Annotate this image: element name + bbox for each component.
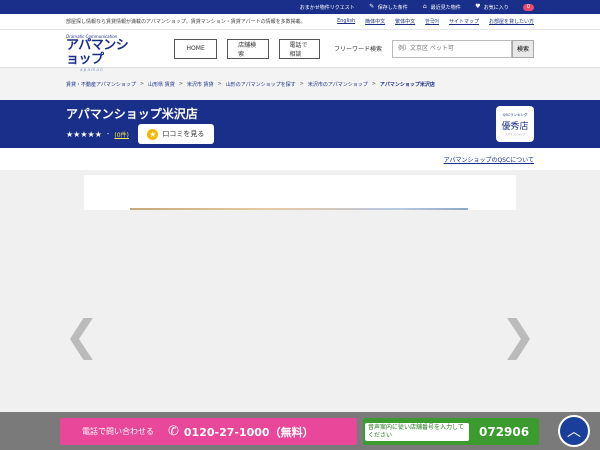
site-description: 部屋探し情報なら賃貸情報が満載のアパマンショップ。賃貸マンション・賃貸アパートの… (66, 19, 306, 25)
breadcrumb-find-store[interactable]: 山形のアパマンショップを探す (226, 81, 296, 88)
call-button[interactable]: 電話で問い合わせる ✆ 0120-27-1000（無料） (60, 418, 357, 445)
logo-subtext: a p a m a n (80, 66, 103, 72)
phone-number: ✆ 0120-27-1000（無料） (168, 424, 314, 440)
lang-korean-link[interactable]: 한국어 (425, 18, 439, 25)
breadcrumb-separator: > (217, 81, 222, 87)
phone-icon: ✆ (168, 424, 179, 439)
favorites-label: お気に入り (483, 4, 509, 11)
language-links: English 簡体中文 繁体中文 한국어 サイトマップ お部屋を貸したい方 (337, 18, 534, 25)
lang-traditional-chinese-link[interactable]: 繁体中文 (395, 18, 415, 25)
qsc-ranking-label: QSCランキング (502, 112, 528, 117)
recently-viewed-label: 最近見た物件 (430, 4, 461, 11)
page-top-button[interactable]: ︿ (558, 415, 590, 447)
breadcrumb-yamagata[interactable]: 山形県 賃貸 (148, 81, 175, 88)
voice-guide-text: 音声案内に従い店舗番号を入力してください (365, 422, 469, 441)
rating-row: ★★★★★ - (0件) ★ 口コミを見る (66, 124, 534, 144)
view-reviews-label: 口コミを見る (162, 130, 205, 138)
breadcrumb-separator: > (178, 81, 183, 87)
view-reviews-button[interactable]: ★ 口コミを見る (137, 124, 214, 144)
gallery-image-strip (130, 208, 468, 210)
qsc-excellent-label: 優秀店 (501, 121, 529, 132)
search-bar: 検索 (392, 39, 534, 58)
store-name: アパマンショップ米沢店 (66, 107, 198, 121)
chevron-up-icon: ︿ (567, 424, 581, 440)
site-logo[interactable]: Dramatic Communication アパマンショップ a p a m … (66, 34, 138, 72)
search-input[interactable] (392, 39, 512, 58)
qsc-award-badge: QSCランキング 優秀店 アパマンショップ (496, 106, 534, 142)
logo-text: アパマンショップ (66, 37, 129, 67)
gallery-image-frame (84, 175, 516, 210)
voice-guide-box: 音声案内に従い店舗番号を入力してください 072906 (363, 418, 539, 445)
photo-gallery: ❮ ❯ (0, 170, 600, 412)
heart-icon: ♥ (475, 3, 481, 10)
store-code: 072906 (479, 424, 530, 439)
gallery-prev-arrow[interactable]: ❮ (64, 315, 99, 357)
request-link-label: おまかせ物件リクエスト (299, 4, 355, 11)
breadcrumb-yonezawa[interactable]: 米沢市 賃貸 (187, 81, 214, 88)
review-count-link[interactable]: (0件) (114, 130, 129, 139)
recently-viewed-link[interactable]: ⌂ 最近見た物件 (422, 4, 461, 11)
breadcrumb-separator: > (139, 81, 145, 87)
favorites-count-badge: 0 (522, 3, 534, 11)
main-header: Dramatic Communication アパマンショップ a p a m … (0, 30, 600, 72)
top-utility-bar: おまかせ物件リクエスト ✎ 保存した条件 ⌂ 最近見た物件 ♥ お気に入り 0 (0, 0, 600, 14)
store-banner: アパマンショップ米沢店 ★★★★★ - (0件) ★ 口コミを見る QSCランキ… (0, 100, 600, 148)
breadcrumb-separator: > (371, 81, 376, 87)
star-icon: ★ (147, 128, 159, 140)
home-button[interactable]: HOME (174, 38, 218, 59)
qsc-info-link[interactable]: アパマンショップのQSCについて (444, 155, 534, 164)
pencil-icon: ✎ (369, 3, 375, 10)
sub-header: 部屋探し情報なら賃貸情報が満載のアパマンショップ。賃貸マンション・賃貸アパートの… (0, 14, 600, 30)
lang-english-link[interactable]: English (337, 18, 355, 25)
sitemap-link[interactable]: サイトマップ (449, 18, 479, 25)
landlord-link[interactable]: お部屋を貸したい方 (489, 18, 534, 25)
search-button[interactable]: 検索 (512, 39, 534, 58)
saved-conditions-link[interactable]: ✎ 保存した条件 (369, 4, 408, 11)
rating-separator: - (106, 130, 110, 138)
freeword-label: フリーワード検索 (333, 46, 382, 53)
gallery-next-arrow[interactable]: ❯ (501, 315, 536, 357)
request-link[interactable]: おまかせ物件リクエスト (300, 4, 355, 11)
breadcrumb-top[interactable]: 賃貸・不動産アパマンショップ (66, 81, 136, 88)
star-rating: ★★★★★ (66, 129, 102, 139)
saved-conditions-label: 保存した条件 (377, 4, 408, 11)
breadcrumb-separator: > (299, 81, 304, 87)
bottom-contact-bar: 電話で問い合わせる ✆ 0120-27-1000（無料） 音声案内に従い店舗番号… (0, 412, 600, 450)
qsc-brand-label: アパマンショップ (505, 132, 525, 136)
breadcrumb: 賃貸・不動産アパマンショップ > 山形県 賃貸 > 米沢市 賃貸 > 山形のアパマンシ… (0, 68, 600, 100)
breadcrumb-city-stores[interactable]: 米沢市のアパマンショップ (308, 81, 368, 88)
house-icon: ⌂ (422, 3, 427, 10)
phone-number-text: 0120-27-1000（無料） (183, 425, 314, 439)
phone-consult-button[interactable]: 電話で相談 (278, 38, 320, 59)
store-search-button[interactable]: 店舗検索 (227, 38, 269, 59)
call-label: 電話で問い合わせる (82, 427, 154, 436)
breadcrumb-current: アパマンショップ米沢店 (379, 81, 435, 88)
favorites-link[interactable]: ♥ お気に入り (475, 4, 509, 11)
lang-simplified-chinese-link[interactable]: 簡体中文 (365, 18, 385, 25)
